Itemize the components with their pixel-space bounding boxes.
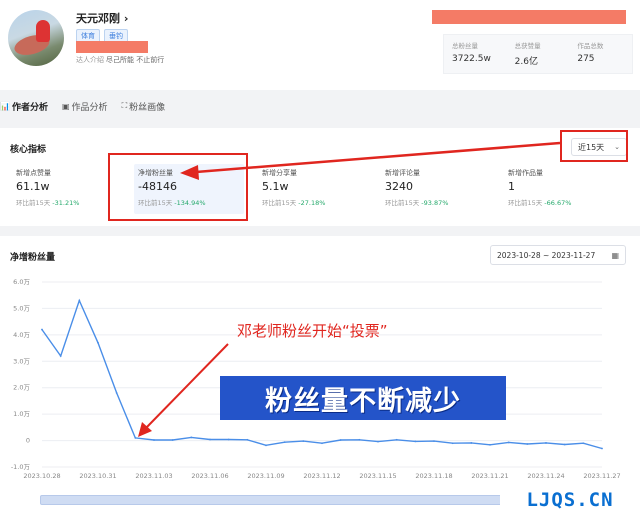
x-tick-label: 2023.11.06 (191, 472, 228, 480)
x-tick-label: 2023.11.12 (303, 472, 340, 480)
y-tick-label: -1.0万 (11, 463, 31, 471)
y-tick-label: 4.0万 (13, 331, 30, 339)
x-tick-label: 2023.11.18 (415, 472, 452, 480)
avatar-person (36, 20, 50, 42)
data-point (545, 442, 547, 444)
metric-shares[interactable]: 新增分享量 5.1w 环比前15天 -27.18% (258, 164, 368, 214)
redacted-banner (432, 10, 626, 24)
data-point (507, 441, 510, 444)
data-point (582, 442, 585, 445)
data-point (563, 443, 566, 446)
tab-author-analysis[interactable]: 📊 作者分析 (0, 100, 48, 113)
annotation-stamp: 粉丝量不断减少 (220, 376, 506, 420)
profile-header: 天元邓刚 › 体育 垂钓 达人介绍 尽己所能 不止前行 总粉丝量 3722.5w 总… (0, 0, 640, 90)
x-tick-label: 2023.11.15 (359, 472, 396, 480)
data-point (283, 441, 286, 444)
data-point (470, 442, 473, 444)
core-metrics-title: 核心指标 (10, 145, 47, 155)
data-point (190, 436, 193, 439)
data-point (451, 442, 454, 445)
data-point (414, 440, 417, 443)
stat-total-likes: 总获赞量 2.6亿 (514, 42, 541, 67)
data-point (134, 437, 137, 439)
chart-icon: 📊 (0, 101, 10, 111)
y-tick-label: 3.0万 (13, 357, 30, 365)
tab-fans-profile[interactable]: ⛶ 粉丝画像 (122, 100, 166, 113)
data-point (59, 355, 62, 357)
date-range-picker[interactable]: 2023-10-28 ~ 2023-11-27 ▦ (490, 245, 626, 265)
video-icon: ▣ (61, 101, 70, 111)
profile-name[interactable]: 天元邓刚 › (76, 10, 128, 26)
data-point (433, 440, 435, 442)
data-point (358, 438, 361, 441)
users-icon: ⛶ (121, 101, 128, 110)
profile-intro: 达人介绍 尽己所能 不止前行 (76, 56, 165, 64)
x-tick-label: 2023.11.24 (527, 472, 564, 480)
data-point (339, 439, 342, 441)
data-point (302, 440, 305, 442)
tab-works-analysis[interactable]: ▣ 作品分析 (62, 100, 108, 113)
redacted-info (76, 41, 148, 53)
y-tick-label: 6.0万 (13, 278, 30, 286)
data-point (265, 444, 267, 447)
calendar-icon: ▦ (611, 250, 619, 260)
x-tick-label: 2023.11.21 (471, 472, 508, 480)
data-point (246, 438, 249, 441)
data-point (321, 442, 323, 445)
chart-title: 净增粉丝量 (10, 253, 56, 263)
data-point (153, 439, 155, 441)
metric-works[interactable]: 新增作品量 1 环比前15天 -66.67% (504, 164, 614, 214)
data-point (395, 438, 398, 441)
data-point (227, 438, 230, 441)
y-tick-label: 2.0万 (13, 384, 30, 392)
y-tick-label: 1.0万 (13, 410, 30, 418)
site-watermark: LJQS.CN (500, 484, 640, 515)
metric-likes[interactable]: 新增点赞量 61.1w 环比前15天 -31.21% (12, 164, 122, 214)
avatar[interactable] (8, 10, 64, 66)
data-point (115, 392, 118, 394)
y-tick-label: 5.0万 (13, 304, 30, 312)
annotation-box-range (560, 130, 628, 162)
x-tick-label: 2023.10.28 (23, 472, 60, 480)
x-tick-label: 2023.11.03 (135, 472, 172, 480)
data-point (41, 328, 43, 331)
data-point (171, 439, 174, 441)
y-tick-label: 0 (26, 437, 30, 445)
x-tick-label: 2023.11.27 (583, 472, 620, 480)
annotation-box-net-fans (108, 153, 248, 221)
data-point (78, 299, 81, 302)
data-point (97, 341, 99, 344)
data-point (601, 447, 603, 450)
annotation-caption: 邓老师粉丝开始“投票” (237, 322, 388, 340)
x-tick-label: 2023.11.09 (247, 472, 284, 480)
stat-total-fans: 总粉丝量 3722.5w (452, 42, 491, 64)
data-point (209, 438, 211, 441)
data-point (377, 440, 379, 443)
metric-comments[interactable]: 新增评论量 3240 环比前15天 -93.87% (381, 164, 491, 214)
x-tick-label: 2023.10.31 (79, 472, 116, 480)
stat-total-works: 作品总数 275 (577, 42, 604, 64)
analysis-tabs: 📊 作者分析 ▣ 作品分析 ⛶ 粉丝画像 (0, 96, 165, 116)
data-point (489, 443, 491, 446)
account-stats: 总粉丝量 3722.5w 总获赞量 2.6亿 作品总数 275 (443, 34, 633, 74)
data-point (526, 443, 529, 445)
